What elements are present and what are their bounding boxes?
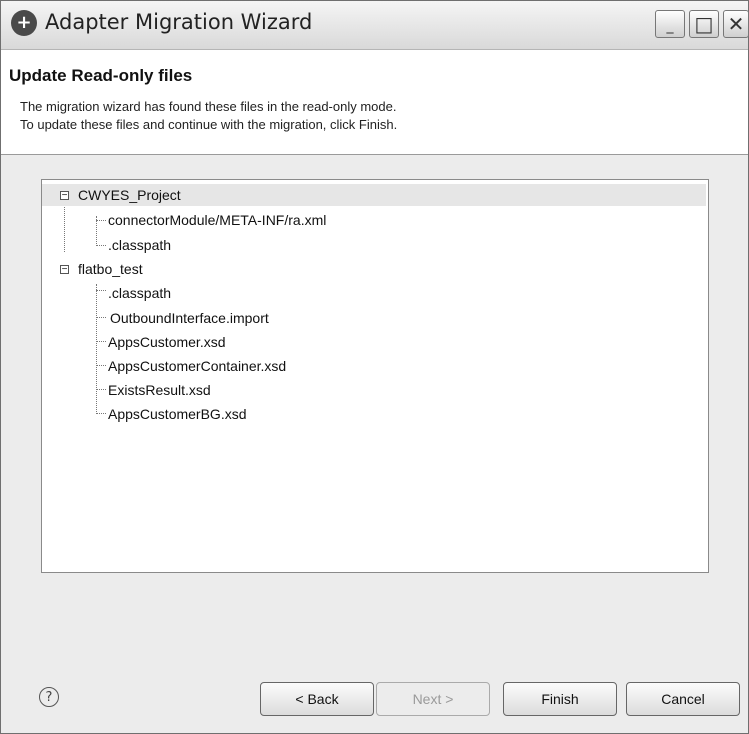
tree-node-file[interactable]: OutboundInterface.import bbox=[110, 307, 269, 329]
title-bar[interactable]: + Adapter Migration Wizard _ □ ✕ bbox=[1, 1, 749, 50]
tree-node-file[interactable]: AppsCustomerContainer.xsd bbox=[108, 355, 286, 377]
tree-node-label: OutboundInterface.import bbox=[110, 310, 269, 326]
tree-connector bbox=[96, 389, 106, 390]
window-title: Adapter Migration Wizard bbox=[45, 10, 313, 34]
tree-node-project[interactable]: − CWYES_Project bbox=[42, 184, 706, 206]
page-description: The migration wizard has found these fil… bbox=[20, 98, 397, 134]
tree-node-label: CWYES_Project bbox=[78, 187, 181, 203]
tree-connector bbox=[96, 341, 106, 342]
help-icon[interactable]: ? bbox=[39, 687, 59, 707]
maximize-button[interactable]: □ bbox=[689, 10, 719, 38]
close-button[interactable]: ✕ bbox=[723, 10, 749, 38]
tree-node-label: flatbo_test bbox=[78, 261, 143, 277]
tree-node-file[interactable]: .classpath bbox=[108, 282, 171, 304]
tree-connector bbox=[96, 284, 97, 414]
tree-connector bbox=[96, 413, 106, 414]
wizard-window: + Adapter Migration Wizard _ □ ✕ Update … bbox=[0, 0, 749, 734]
description-line-2: To update these files and continue with … bbox=[20, 117, 398, 132]
tree-node-label: ExistsResult.xsd bbox=[108, 382, 211, 398]
collapse-icon[interactable]: − bbox=[60, 265, 69, 275]
app-icon: + bbox=[11, 10, 37, 36]
cancel-button[interactable]: Cancel bbox=[626, 682, 740, 716]
tree-connector bbox=[96, 317, 106, 318]
collapse-icon[interactable]: − bbox=[60, 191, 69, 201]
tree-node-label: .classpath bbox=[108, 285, 172, 301]
tree-connector bbox=[64, 200, 65, 252]
tree-node-file[interactable]: AppsCustomerBG.xsd bbox=[108, 403, 247, 425]
tree-node-label: AppsCustomer.xsd bbox=[108, 334, 226, 350]
tree-node-file[interactable]: connectorModule/META-INF/ra.xml bbox=[108, 209, 326, 231]
tree-connector bbox=[96, 365, 106, 366]
description-line-1: The migration wizard has found these fil… bbox=[20, 99, 397, 114]
tree-node-label: .classpath bbox=[108, 237, 172, 253]
finish-button[interactable]: Finish bbox=[503, 682, 617, 716]
wizard-header: Update Read-only files The migration wiz… bbox=[1, 50, 748, 155]
tree-connector bbox=[96, 220, 106, 221]
minimize-icon: _ bbox=[666, 18, 674, 34]
back-button[interactable]: < Back bbox=[260, 682, 374, 716]
next-button[interactable]: Next > bbox=[376, 682, 490, 716]
minimize-button[interactable]: _ bbox=[655, 10, 685, 38]
tree-node-file[interactable]: .classpath bbox=[108, 234, 171, 256]
maximize-icon: □ bbox=[694, 12, 714, 36]
tree-connector bbox=[96, 290, 106, 291]
tree-node-label: AppsCustomerContainer.xsd bbox=[108, 358, 287, 374]
tree-node-label: AppsCustomerBG.xsd bbox=[108, 406, 247, 422]
tree-node-file[interactable]: AppsCustomer.xsd bbox=[108, 331, 226, 353]
tree-node-label: connectorModule/META-INF/ra.xml bbox=[108, 212, 327, 228]
page-title: Update Read-only files bbox=[9, 66, 193, 85]
tree-node-file[interactable]: ExistsResult.xsd bbox=[108, 379, 211, 401]
tree-connector bbox=[96, 245, 106, 246]
file-tree[interactable]: − CWYES_Project connectorModule/META-INF… bbox=[41, 179, 709, 573]
close-icon: ✕ bbox=[727, 12, 745, 36]
